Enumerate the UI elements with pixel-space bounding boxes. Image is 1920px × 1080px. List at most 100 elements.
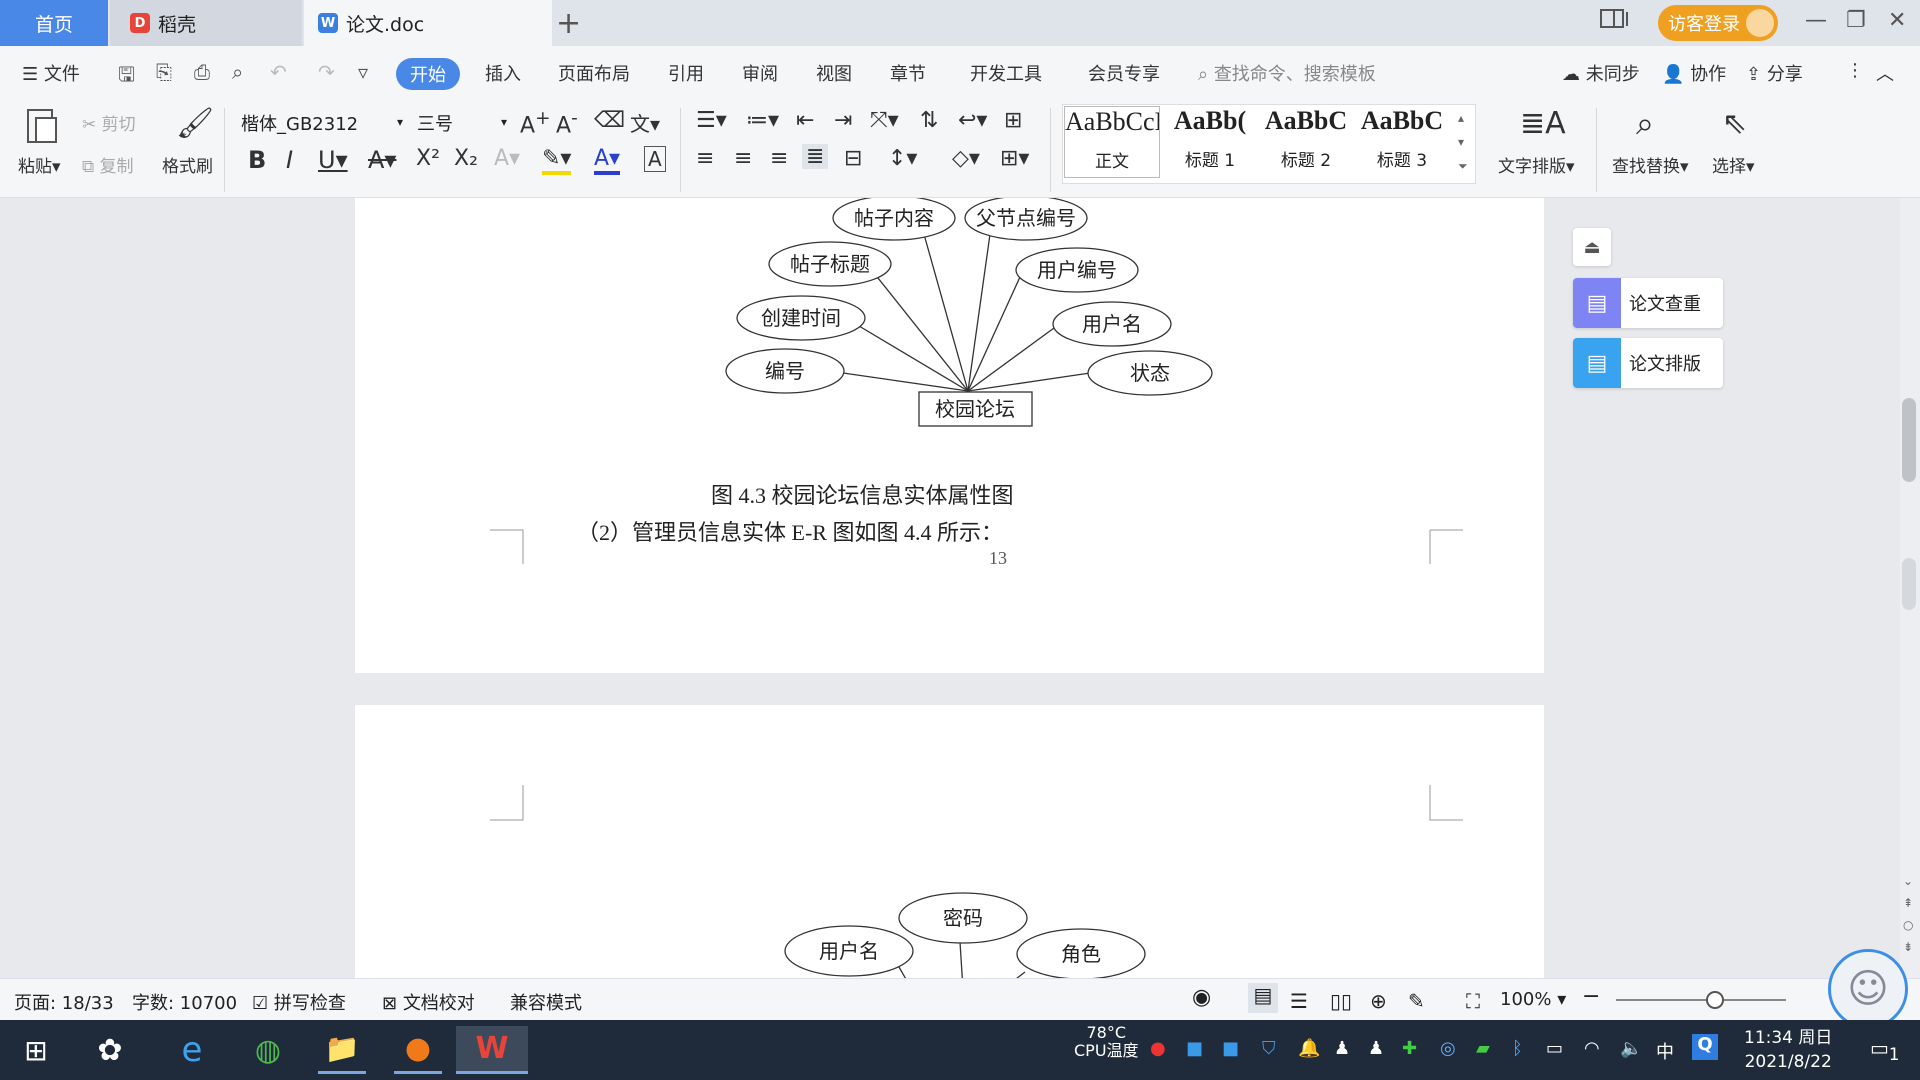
wifi-icon[interactable]: ◠ <box>1584 1038 1600 1059</box>
clear-format-icon[interactable]: ⌫ <box>594 108 625 133</box>
collaborate-button[interactable]: 👤 协作 <box>1662 60 1726 86</box>
menu-member[interactable]: 会员专享 <box>1088 60 1160 86</box>
qq-icon[interactable]: ♟ <box>1368 1038 1384 1059</box>
sidebar-toggle-icon[interactable] <box>1600 8 1630 36</box>
qq-icon[interactable]: ♟ <box>1334 1038 1350 1059</box>
document-page[interactable]: 帖子内容 父节点编号 帖子标题 用户编号 创建时间 用户名 编号 状态 校园论坛… <box>355 198 1544 673</box>
ie-browser-icon[interactable]: e <box>168 1026 216 1074</box>
tray-app-icon[interactable]: ✚ <box>1402 1038 1417 1059</box>
outline-view-icon[interactable]: ☰ <box>1290 989 1308 1013</box>
tab-home[interactable]: 首页 <box>0 0 108 46</box>
ime-indicator[interactable]: 中 <box>1656 1038 1674 1064</box>
magnifier-icon[interactable]: ⌕ <box>1636 104 1654 143</box>
menu-page-layout[interactable]: 页面布局 <box>558 60 630 86</box>
zoom-level[interactable]: 100% ▾ <box>1500 989 1566 1010</box>
cut-button[interactable]: ✂ 剪切 <box>82 110 136 135</box>
zoom-out-icon[interactable]: − <box>1582 984 1600 1009</box>
eye-protection-icon[interactable]: ◉ <box>1192 985 1211 1010</box>
minimize-icon[interactable]: — <box>1805 8 1827 33</box>
command-search[interactable]: ⌕ 查找命令、搜索模板 <box>1198 60 1376 86</box>
text-layout-icon[interactable]: ≣A <box>1520 106 1566 141</box>
fit-page-icon[interactable]: ⛶ <box>1466 989 1480 1013</box>
print-icon[interactable]: ⎙ <box>194 60 218 84</box>
grow-font-icon[interactable]: A+ <box>520 108 550 138</box>
find-replace-button[interactable]: 查找替换▾ <box>1612 152 1689 177</box>
format-painter-icon[interactable]: 🖌 <box>176 106 214 141</box>
menu-references[interactable]: 引用 <box>668 60 704 86</box>
menu-developer[interactable]: 开发工具 <box>970 60 1042 86</box>
volume-icon[interactable]: 🔈 <box>1620 1038 1642 1059</box>
app-pinwheel-icon[interactable]: ✿ <box>86 1026 134 1074</box>
menu-chapter[interactable]: 章节 <box>890 60 926 86</box>
file-menu[interactable]: ☰ 文件 <box>22 60 80 86</box>
undo-icon[interactable]: ↶ <box>270 60 294 84</box>
tab-stops-icon[interactable]: ⊞ <box>1004 108 1022 133</box>
justify-icon[interactable]: ≣ <box>802 144 829 169</box>
document-canvas[interactable]: 帖子内容 父节点编号 帖子标题 用户编号 创建时间 用户名 编号 状态 校园论坛… <box>0 198 1920 978</box>
more-options-icon[interactable]: ⋮ <box>1846 60 1864 81</box>
char-border-icon[interactable]: A <box>644 146 666 172</box>
subscript-icon[interactable]: X₂ <box>454 146 478 171</box>
document-proof-button[interactable]: ⊠ 文档校对 <box>382 989 475 1015</box>
windows-start-icon[interactable]: ⊞ <box>12 1026 60 1074</box>
thesis-check-button[interactable]: ▤ 论文查重 <box>1573 278 1723 328</box>
tab-daoke[interactable]: D 稻壳 <box>110 0 302 46</box>
phonetic-guide-icon[interactable]: 文▾ <box>630 108 660 137</box>
battery-icon[interactable]: ▭ <box>1546 1038 1563 1059</box>
cursor-icon[interactable]: ⇖ <box>1722 106 1747 141</box>
word-count[interactable]: 字数: 10700 <box>132 989 237 1015</box>
font-name-select[interactable]: 楷体_GB2312 ▾ <box>236 106 408 136</box>
underline-icon[interactable]: U▾ <box>318 146 348 174</box>
zoom-slider-handle[interactable] <box>1706 991 1724 1009</box>
style-gallery-scroll[interactable]: ▴ ▾ ⏷ <box>1458 106 1468 178</box>
zoom-slider[interactable] <box>1616 991 1786 1009</box>
assistant-robot-icon[interactable]: ☺ <box>1828 949 1908 1029</box>
close-icon[interactable]: ✕ <box>1888 8 1906 33</box>
font-size-select[interactable]: 三号 ▾ <box>412 106 512 136</box>
align-center-icon[interactable]: ≡ <box>734 146 752 171</box>
text-effect-icon[interactable]: A▾ <box>494 146 520 171</box>
highlight-icon[interactable]: ✎▾ <box>542 146 572 175</box>
align-right-icon[interactable]: ≡ <box>770 146 788 171</box>
browser-360-icon[interactable]: ◍ <box>244 1026 292 1074</box>
vertical-scrollbar[interactable]: ⌄ ⇞ ○ ⇟ <box>1900 198 1920 978</box>
write-mode-icon[interactable]: ✎ <box>1408 989 1425 1013</box>
shield-icon[interactable]: ⛉ <box>1262 1038 1276 1059</box>
notification-center-icon[interactable]: ▭1 <box>1870 1036 1900 1064</box>
spell-check-button[interactable]: ☑ 拼写检查 <box>252 989 346 1015</box>
show-marks-icon[interactable]: ↩▾ <box>958 108 987 133</box>
style-heading-2[interactable]: AaBbC 标题 2 <box>1258 106 1354 178</box>
bell-icon[interactable]: 🔔 <box>1298 1038 1320 1059</box>
page-indicator[interactable]: 页面: 18/33 <box>14 989 114 1015</box>
panel-collapse-icon[interactable]: ⏏ <box>1573 228 1611 266</box>
collapse-ribbon-icon[interactable]: ︿ <box>1876 60 1894 86</box>
app-ninja-icon[interactable]: ● <box>394 1026 442 1074</box>
quick-access-dropdown-icon[interactable]: ▿ <box>358 60 382 84</box>
shrink-font-icon[interactable]: A- <box>556 108 578 138</box>
strikethrough-icon[interactable]: A▾ <box>368 146 396 174</box>
line-spacing-icon[interactable]: ↕▾ <box>888 146 917 171</box>
page-nav-icons[interactable]: ⌄ ⇞ ○ ⇟ <box>1903 870 1913 958</box>
redo-icon[interactable]: ↷ <box>318 60 342 84</box>
tray-app-icon[interactable]: ◎ <box>1440 1038 1456 1059</box>
distributed-align-icon[interactable]: ⊟ <box>844 146 862 171</box>
text-layout-button[interactable]: 文字排版▾ <box>1498 152 1575 177</box>
reading-view-icon[interactable]: ▯▯ <box>1330 989 1352 1013</box>
file-explorer-icon[interactable]: 📁 <box>318 1026 366 1074</box>
save-icon[interactable]: 🖫 <box>118 60 142 86</box>
superscript-icon[interactable]: X² <box>416 146 440 171</box>
sort-icon[interactable]: ⇅ <box>920 108 938 133</box>
italic-icon[interactable]: I <box>286 146 293 174</box>
select-button[interactable]: 选择▾ <box>1712 152 1755 177</box>
sync-button[interactable]: ☁ 未同步 <box>1562 60 1640 86</box>
borders-icon[interactable]: ⊞▾ <box>1000 146 1029 171</box>
bullet-list-icon[interactable]: ☰▾ <box>696 108 727 133</box>
style-normal[interactable]: AaBbCcI 正文 <box>1064 106 1160 178</box>
font-color-icon[interactable]: A▾ <box>594 146 621 175</box>
page-view-icon[interactable]: ▤ <box>1248 983 1278 1013</box>
bluetooth-icon[interactable]: ᛒ <box>1512 1038 1523 1059</box>
menu-review[interactable]: 审阅 <box>742 60 778 86</box>
paste-icon[interactable] <box>22 106 62 146</box>
shading-icon[interactable]: ◇▾ <box>952 146 980 171</box>
cpu-temp-widget[interactable]: 78°C CPU温度 <box>1074 1024 1139 1060</box>
